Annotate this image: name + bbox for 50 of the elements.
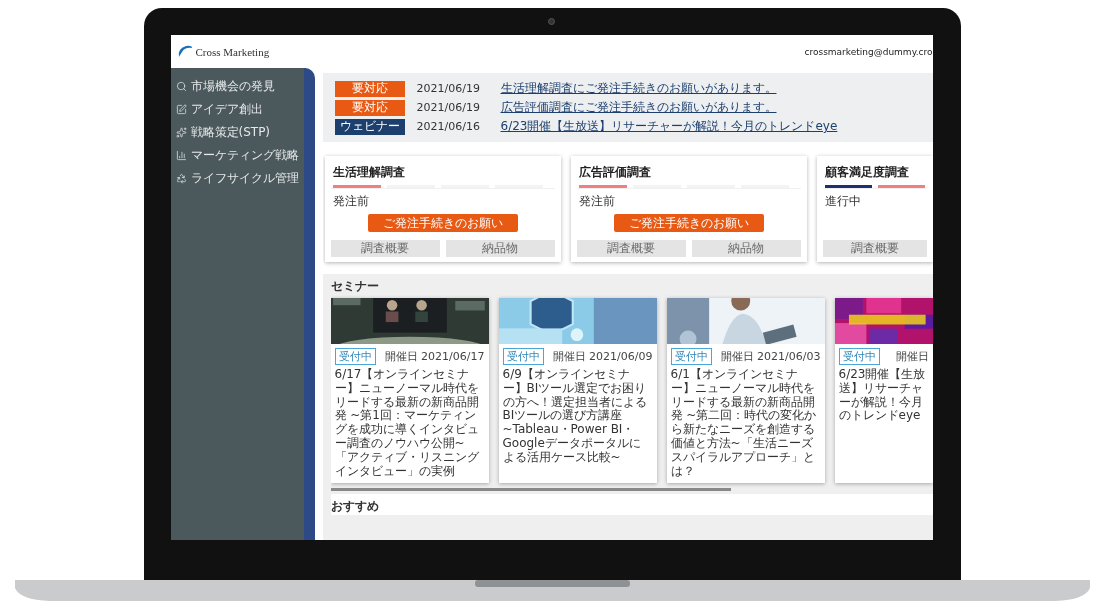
sidebar-item[interactable]: アイデア創出: [175, 101, 304, 117]
logo-text: Cross Marketing: [195, 45, 270, 58]
order-button[interactable]: ご発注手続きのお願い: [367, 214, 518, 232]
seminar-tag: 受付中: [670, 348, 712, 365]
sidebar-item[interactable]: マーケティング戦略: [175, 147, 304, 163]
survey-title: 広告評価調査: [577, 164, 652, 181]
scrollbar[interactable]: [330, 488, 731, 492]
bar-chart-icon: [175, 149, 187, 161]
seminar-date: 開催日 2021/06/09: [552, 349, 653, 364]
sidebar-item[interactable]: 戦略策定(STP): [175, 124, 304, 140]
seminar-title: 6/9【オンラインセミナー】BIツール選定でお困りの方へ！選定担当者によるBIツールの選び方講座 ~Tableau・Power BI・Googleデータポータルによる活用ケース比較~: [502, 368, 648, 465]
survey-title: 顧客満足度調査: [823, 164, 910, 181]
user-email: crossmarketing@dummy.cro: [804, 46, 933, 57]
seminar-tag: 受付中: [502, 348, 544, 365]
survey-status: 発注前: [331, 193, 370, 210]
seminar-title: 6/23開催【生放送】リサーチャーが解説！今月のトレンドeye: [838, 368, 927, 424]
notice-link[interactable]: 広告評価調査にご発注手続きのお願いがあります。: [500, 99, 777, 116]
seminar-date: 開催日 2021/06/03: [720, 349, 821, 364]
section-heading: セミナー: [330, 278, 380, 295]
seminar-date: 開催日 2021/06/17: [384, 349, 485, 364]
camera-icon: [547, 18, 555, 25]
logo-icon: [176, 44, 193, 59]
pen-icon: [175, 103, 187, 115]
notice-date: 2021/06/19: [416, 82, 481, 95]
seminar-tag: 受付中: [334, 348, 376, 365]
seminar-card[interactable]: 受付中 開催日 2021/06/03 6/1【オンラインセミナー】ニューノーマル時代をリードする最新の新商品開発 ~第二回：時代の変化から新たなニーズを創造する価値と方法~「生活ニーズスパイラルアプローチ」とは？: [666, 298, 825, 484]
notice-date: 2021/06/16: [416, 120, 481, 133]
notice-date: 2021/06/19: [416, 101, 481, 114]
seminar-card[interactable]: 受付中 開催日 2021/06/09 6/9【オンラインセミナー】BIツール選定でお困りの方へ！選定担当者によるBIツールの選び方講座 ~Tableau・Power BI・Googleデータポータルによる活用ケース比較~: [498, 298, 657, 484]
seminar-tag: 受付中: [838, 348, 880, 365]
notice-link[interactable]: 6/23開催【生放送】リサーチャーが解説！今月のトレンドeye: [500, 118, 838, 135]
recycle-icon: [175, 172, 187, 184]
sidebar-item[interactable]: 市場機会の発見: [175, 78, 304, 94]
survey-title: 生活理解調査: [331, 164, 406, 181]
survey-status: 発注前: [577, 193, 616, 210]
seminar-title: 6/17【オンラインセミナー】ニューノーマル時代をリードする最新の新商品開発 ~第1回：マーケティングを成功に導くインタビュー調査のノウハウ公開~「アクティブ・リスニングインタビュー」の実例: [334, 368, 480, 479]
seminar-card[interactable]: 受付中 開催日 2021/06/17 6/17【オンラインセミナー】ニューノーマル時代をリードする最新の新商品開発 ~第1回：マーケティングを成功に導くインタビュー調査のノウハウ公開~「アクティブ・リスニングインタビュー」の実例: [330, 298, 489, 484]
sidebar-item[interactable]: ライフサイクル管理: [175, 170, 304, 186]
seminar-date: 開催日: [895, 349, 929, 364]
survey-status: 進行中: [823, 193, 862, 210]
notice-tag: 要対応: [334, 80, 405, 97]
seminar-title: 6/1【オンラインセミナー】ニューノーマル時代をリードする最新の新商品開発 ~第二回：時代の変化から新たなニーズを創造する価値と方法~「生活ニーズスパイラルアプローチ」とは？: [670, 368, 818, 479]
notice-link[interactable]: 生活理解調査にご発注手続きのお願いがあります。: [500, 80, 777, 97]
seminar-card[interactable]: 受付中 開催日 6/23開催【生放送】リサーチャーが解説！今月のトレンドeye: [834, 298, 933, 484]
section-heading: おすすめ: [330, 499, 379, 514]
notice-tag: ウェビナー: [334, 118, 405, 135]
order-button[interactable]: ご発注手続きのお願い: [613, 214, 764, 232]
notice-tag: 要対応: [334, 99, 405, 116]
search-icon: [175, 80, 187, 92]
sparkles-icon: [175, 126, 187, 138]
